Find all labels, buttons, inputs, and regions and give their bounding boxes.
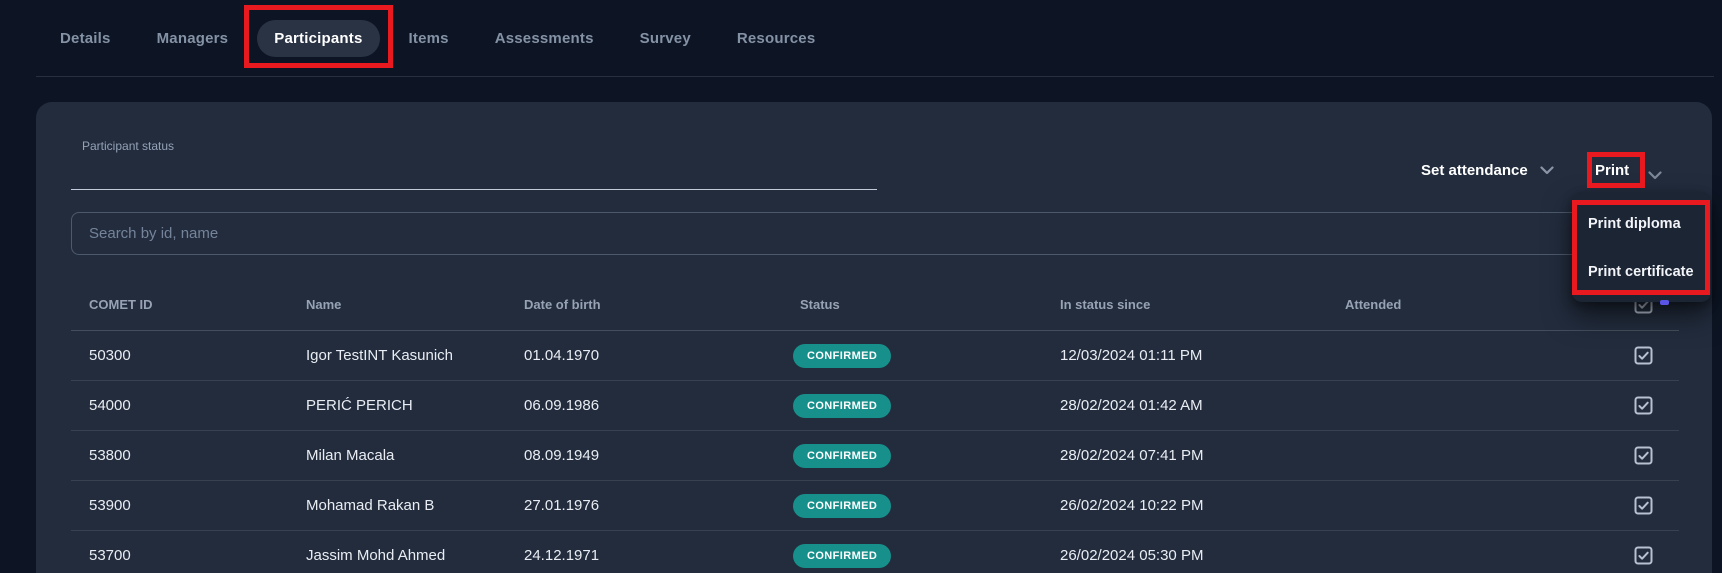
tab-managers[interactable]: Managers <box>157 30 229 47</box>
tab-items[interactable]: Items <box>409 30 449 47</box>
table-row: 53900Mohamad Rakan B27.01.1976CONFIRMED2… <box>71 481 1679 531</box>
status-badge: CONFIRMED <box>793 344 891 368</box>
tab-details[interactable]: Details <box>60 30 111 47</box>
cell-status: CONFIRMED <box>800 494 1060 518</box>
participants-screen: Details Managers Participants Items Asse… <box>0 0 1722 573</box>
table-row: 50300Igor TestINT Kasunich01.04.1970CONF… <box>71 331 1679 381</box>
row-select-checkbox[interactable] <box>1634 346 1653 365</box>
cell-select <box>1607 446 1679 465</box>
table-row: 54000PERIĆ PERICH06.09.1986CONFIRMED28/0… <box>71 381 1679 431</box>
row-select-checkbox[interactable] <box>1634 496 1653 515</box>
column-header-comet-id: COMET ID <box>71 297 306 312</box>
status-badge: CONFIRMED <box>793 444 891 468</box>
cell-in-status-since: 28/02/2024 07:41 PM <box>1060 447 1345 464</box>
cell-select <box>1607 396 1679 415</box>
cell-select <box>1607 496 1679 515</box>
cell-comet-id: 50300 <box>71 347 306 364</box>
menu-item-print-certificate[interactable]: Print certificate <box>1572 248 1711 296</box>
row-select-checkbox[interactable] <box>1634 446 1653 465</box>
row-select-checkbox[interactable] <box>1634 546 1653 565</box>
tab-survey[interactable]: Survey <box>640 30 691 47</box>
cell-status: CONFIRMED <box>800 344 1060 368</box>
chevron-down-icon <box>1540 162 1554 179</box>
cell-in-status-since: 12/03/2024 01:11 PM <box>1060 347 1345 364</box>
column-header-status: Status <box>800 297 1060 312</box>
cell-name: PERIĆ PERICH <box>306 397 524 414</box>
row-select-checkbox[interactable] <box>1634 396 1653 415</box>
column-header-attended: Attended <box>1345 297 1607 312</box>
menu-item-print-diploma[interactable]: Print diploma <box>1572 200 1711 248</box>
cell-status: CONFIRMED <box>800 444 1060 468</box>
table-body: 50300Igor TestINT Kasunich01.04.1970CONF… <box>71 331 1679 573</box>
participants-table: COMET ID Name Date of birth Status In st… <box>71 278 1679 573</box>
cell-in-status-since: 26/02/2024 10:22 PM <box>1060 497 1345 514</box>
print-menu: Print diploma Print certificate <box>1572 192 1711 302</box>
column-header-name: Name <box>306 297 524 312</box>
cell-in-status-since: 28/02/2024 01:42 AM <box>1060 397 1345 414</box>
status-badge: CONFIRMED <box>793 394 891 418</box>
cell-name: Jassim Mohd Ahmed <box>306 547 524 564</box>
cell-comet-id: 53900 <box>71 497 306 514</box>
set-attendance-label: Set attendance <box>1421 162 1528 179</box>
cell-comet-id: 54000 <box>71 397 306 414</box>
tab-bar-divider <box>36 76 1714 77</box>
cell-status: CONFIRMED <box>800 544 1060 568</box>
status-badge: CONFIRMED <box>793 494 891 518</box>
tab-participants-wrap: Participants <box>257 20 379 57</box>
table-row: 53800Milan Macala08.09.1949CONFIRMED28/0… <box>71 431 1679 481</box>
set-attendance-button[interactable]: Set attendance <box>1421 162 1554 179</box>
cell-select <box>1607 546 1679 565</box>
cell-dob: 01.04.1970 <box>524 347 800 364</box>
table-row: 53700Jassim Mohd Ahmed24.12.1971CONFIRME… <box>71 531 1679 573</box>
print-button[interactable]: Print <box>1595 162 1629 179</box>
tab-resources[interactable]: Resources <box>737 30 816 47</box>
column-header-date-of-birth: Date of birth <box>524 297 800 312</box>
cell-dob: 06.09.1986 <box>524 397 800 414</box>
participant-status-select[interactable] <box>71 160 877 190</box>
cell-comet-id: 53800 <box>71 447 306 464</box>
cell-name: Mohamad Rakan B <box>306 497 524 514</box>
cell-dob: 08.09.1949 <box>524 447 800 464</box>
tab-bar: Details Managers Participants Items Asse… <box>60 0 815 76</box>
participant-status-label: Participant status <box>82 139 174 153</box>
cell-comet-id: 53700 <box>71 547 306 564</box>
cell-name: Igor TestINT Kasunich <box>306 347 524 364</box>
tab-participants[interactable]: Participants <box>257 20 379 57</box>
cell-select <box>1607 346 1679 365</box>
cell-in-status-since: 26/02/2024 05:30 PM <box>1060 547 1345 564</box>
chevron-down-icon[interactable] <box>1648 167 1662 185</box>
cell-dob: 24.12.1971 <box>524 547 800 564</box>
status-badge: CONFIRMED <box>793 544 891 568</box>
table-header-row: COMET ID Name Date of birth Status In st… <box>71 278 1679 331</box>
participants-card: Participant status Set attendance Print … <box>36 102 1712 573</box>
cell-name: Milan Macala <box>306 447 524 464</box>
tab-assessments[interactable]: Assessments <box>495 30 594 47</box>
cell-status: CONFIRMED <box>800 394 1060 418</box>
column-header-in-status-since: In status since <box>1060 297 1345 312</box>
search-input[interactable] <box>71 212 1677 255</box>
cell-dob: 27.01.1976 <box>524 497 800 514</box>
indigo-accent-mark <box>1660 300 1669 305</box>
